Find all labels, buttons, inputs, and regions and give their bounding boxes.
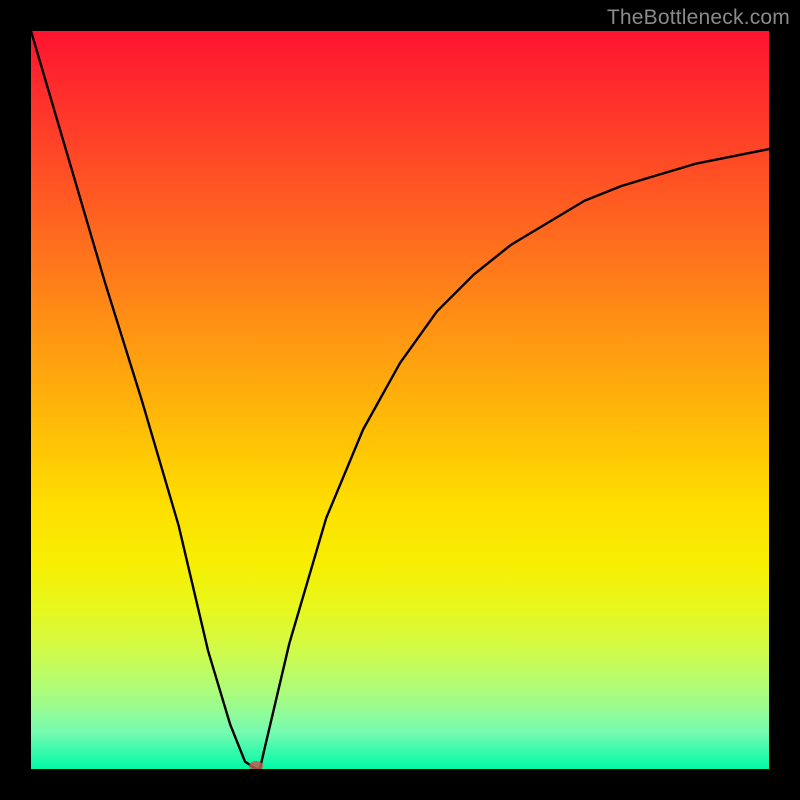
bottleneck-curve <box>31 31 769 769</box>
watermark-text: TheBottleneck.com <box>607 6 790 30</box>
plot-area <box>31 31 769 769</box>
chart-frame: TheBottleneck.com <box>0 0 800 800</box>
